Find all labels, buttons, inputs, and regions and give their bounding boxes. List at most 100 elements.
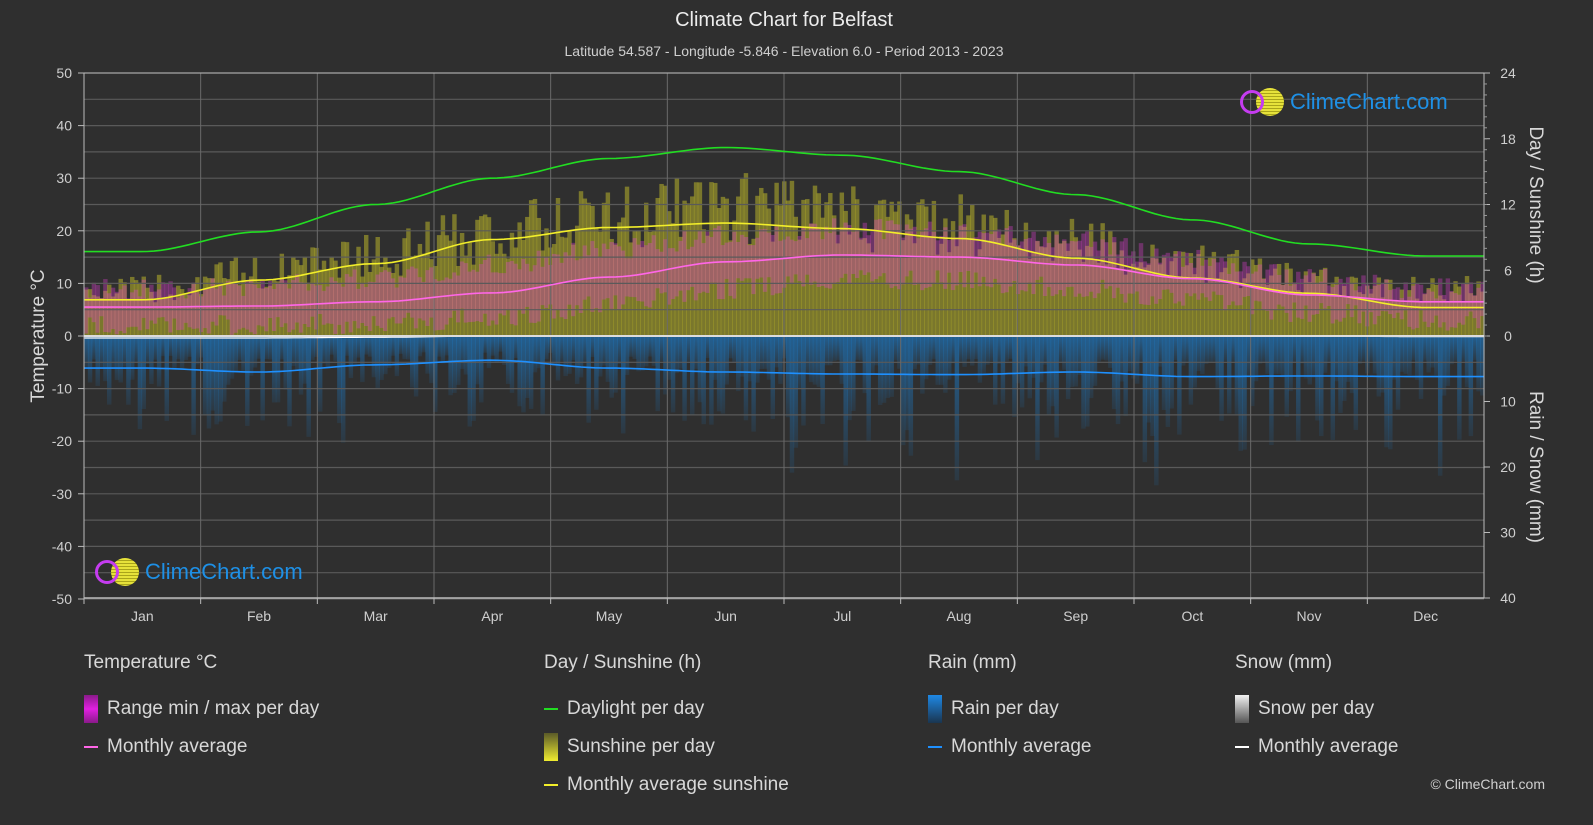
legend-label: Sunshine per day bbox=[567, 736, 715, 757]
temp-range-day-bar bbox=[651, 235, 657, 301]
sunshine-day-bar bbox=[793, 216, 799, 336]
temp-range-day-bar bbox=[314, 285, 319, 330]
rain-day-bar bbox=[1169, 336, 1174, 409]
rain-day-bar bbox=[1253, 336, 1259, 382]
temp-range-day-bar bbox=[218, 285, 223, 316]
rain-day-bar bbox=[471, 336, 476, 421]
rain-day-bar bbox=[452, 336, 457, 393]
x-tick-label: Nov bbox=[1297, 608, 1322, 624]
right-tick-label: 20 bbox=[1500, 459, 1516, 475]
temp-range-day-bar bbox=[371, 282, 377, 317]
temp-range-day-bar bbox=[1211, 258, 1217, 292]
rain-day-bar bbox=[720, 336, 726, 414]
temp-range-day-bar bbox=[640, 241, 645, 302]
rain-day-bar bbox=[1062, 336, 1067, 370]
logo-top-right[interactable]: ClimeChart.com bbox=[1240, 88, 1448, 116]
rain-day-bar bbox=[245, 336, 250, 426]
temp-range-day-bar bbox=[647, 243, 653, 308]
rain-day-bar bbox=[199, 336, 204, 358]
legend-title: Rain (mm) bbox=[928, 652, 1017, 673]
x-tick-label: Mar bbox=[364, 608, 388, 624]
temp-range-day-bar bbox=[325, 286, 331, 324]
rain-day-bar bbox=[1422, 336, 1428, 361]
rain-day-bar bbox=[724, 336, 729, 385]
rain-day-bar bbox=[329, 336, 334, 355]
rain-swatch bbox=[928, 695, 942, 723]
temp-avg-swatch bbox=[84, 746, 98, 748]
rain-day-bar bbox=[686, 336, 691, 362]
temp-range-day-bar bbox=[586, 255, 591, 297]
temp-range-day-bar bbox=[954, 237, 960, 286]
rain-day-bar bbox=[1242, 336, 1247, 450]
rain-day-bar bbox=[582, 336, 588, 363]
legend-label: Daylight per day bbox=[567, 698, 705, 719]
rain-day-bar bbox=[1004, 336, 1009, 362]
temp-range-day-bar bbox=[1100, 239, 1105, 280]
rain-day-bar bbox=[805, 336, 810, 373]
rain-day-bar bbox=[1196, 336, 1201, 372]
rain-day-bar bbox=[808, 336, 814, 383]
temp-range-day-bar bbox=[179, 293, 185, 330]
rain-day-bar bbox=[950, 336, 956, 364]
temp-range-day-bar bbox=[1342, 283, 1347, 318]
temp-range-day-bar bbox=[84, 287, 89, 334]
rain-day-bar bbox=[628, 336, 634, 357]
temp-range-day-bar bbox=[1119, 241, 1125, 294]
rain-day-bar bbox=[406, 336, 411, 360]
temp-range-day-bar bbox=[1441, 294, 1447, 323]
rain-day-bar bbox=[640, 336, 645, 371]
temp-range-day-bar bbox=[141, 279, 146, 318]
sunshine-day-bar bbox=[966, 215, 971, 336]
temp-range-day-bar bbox=[1464, 284, 1470, 317]
rain-day-bar bbox=[1039, 336, 1044, 383]
rain-day-bar bbox=[1368, 336, 1374, 362]
temp-range-day-bar bbox=[348, 276, 354, 333]
temp-range-day-bar bbox=[436, 281, 442, 331]
temp-range-day-bar bbox=[490, 272, 496, 321]
rain-day-bar bbox=[559, 336, 565, 361]
rain-day-bar bbox=[1414, 336, 1420, 380]
temp-range-day-bar bbox=[736, 241, 741, 279]
rain-day-bar bbox=[973, 336, 979, 360]
rain-day-bar bbox=[1180, 336, 1186, 366]
rain-day-bar bbox=[1357, 336, 1362, 364]
temp-range-day-bar bbox=[110, 287, 116, 330]
temp-range-day-bar bbox=[1338, 278, 1343, 322]
right-axis-title-top: Day / Sunshine (h) bbox=[1525, 126, 1546, 283]
temp-range-day-bar bbox=[294, 274, 300, 323]
temp-range-day-bar bbox=[1000, 244, 1006, 294]
rain-day-bar bbox=[352, 336, 357, 364]
temp-range-day-bar bbox=[421, 281, 426, 321]
temp-range-day-bar bbox=[1192, 267, 1197, 294]
legend-item: Range min / max per day bbox=[84, 690, 319, 728]
temp-range-day-bar bbox=[1445, 278, 1451, 331]
x-tick-label: Aug bbox=[947, 608, 972, 624]
logo-bottom-left[interactable]: ClimeChart.com bbox=[95, 558, 303, 586]
rain-day-bar bbox=[340, 336, 346, 443]
sunshine-avg-swatch bbox=[544, 784, 558, 786]
temp-range-day-bar bbox=[1238, 271, 1243, 306]
temp-range-day-bar bbox=[1234, 271, 1240, 306]
rain-day-bar bbox=[617, 336, 622, 364]
temp-range-day-bar bbox=[452, 272, 457, 311]
rain-day-bar bbox=[762, 336, 768, 369]
temp-range-day-bar bbox=[302, 282, 308, 325]
rain-day-bar bbox=[425, 336, 430, 374]
temp-range-day-bar bbox=[828, 233, 833, 289]
temp-range-day-bar bbox=[1050, 247, 1056, 296]
temp-range-day-bar bbox=[1330, 287, 1336, 324]
legend-item: Sunshine per day bbox=[544, 728, 789, 766]
temp-range-day-bar bbox=[1227, 273, 1232, 306]
legend-item: Daylight per day bbox=[544, 690, 789, 728]
legend-label: Rain per day bbox=[951, 698, 1059, 719]
rain-day-bar bbox=[364, 336, 369, 355]
rain-day-bar bbox=[153, 336, 158, 360]
rain-day-bar bbox=[1418, 336, 1424, 399]
temp-range-day-bar bbox=[1357, 286, 1362, 324]
temp-range-day-bar bbox=[613, 243, 618, 296]
temp-range-day-bar bbox=[1334, 284, 1339, 320]
rain-day-bar bbox=[943, 336, 948, 393]
left-tick-label: -50 bbox=[52, 591, 72, 607]
rain-day-bar bbox=[904, 336, 910, 431]
temp-range-day-bar bbox=[920, 231, 925, 291]
